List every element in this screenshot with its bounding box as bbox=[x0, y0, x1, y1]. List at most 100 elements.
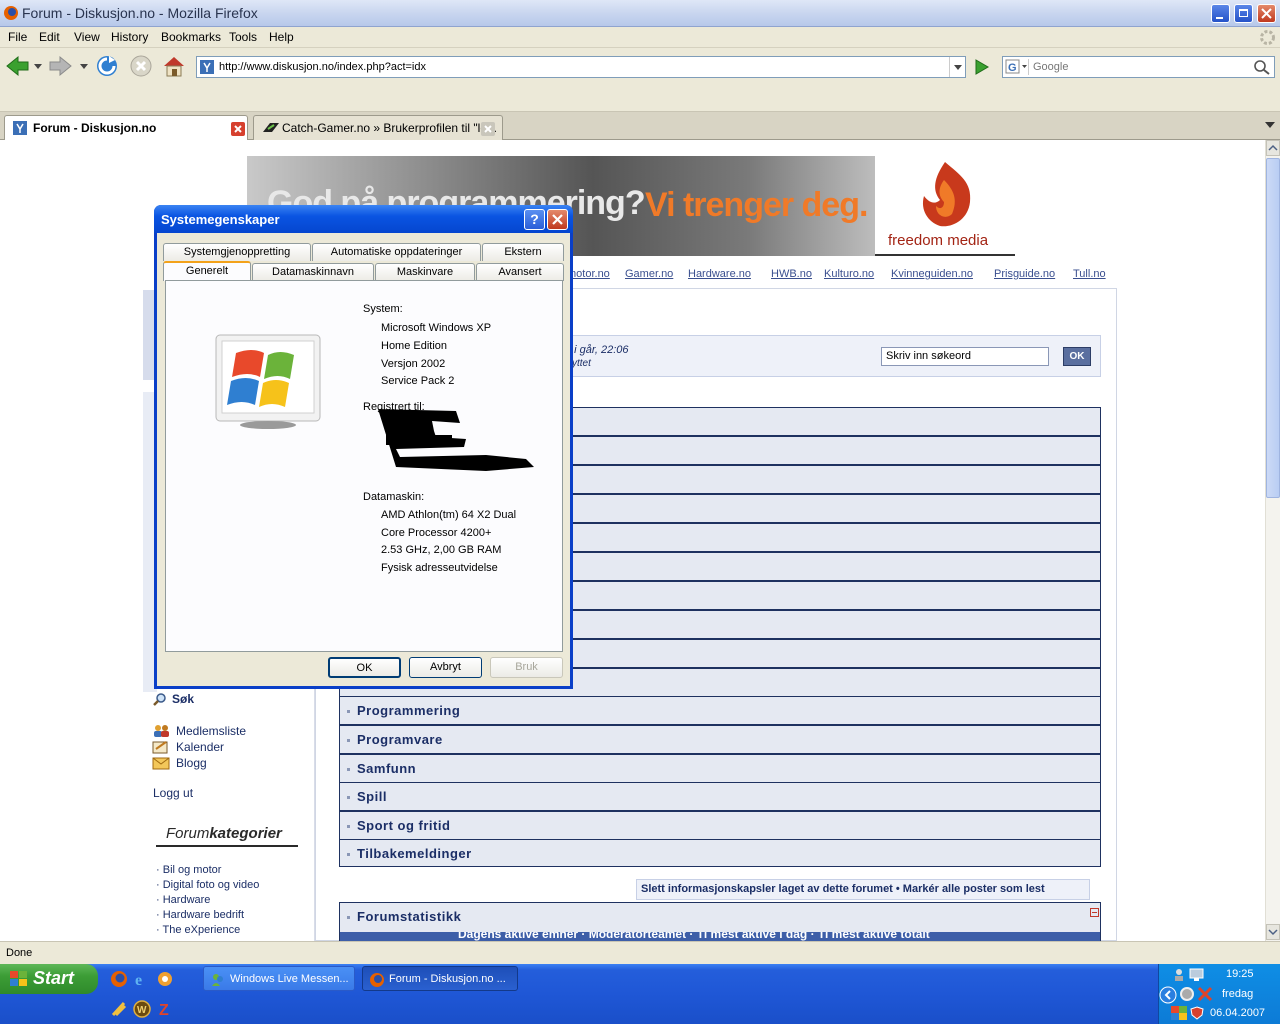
tab-catch-gamer[interactable]: Catch-Gamer.no » Brukerprofilen til "le.… bbox=[253, 115, 503, 140]
tab-systemgjenoppretting[interactable]: Systemgjenoppretting bbox=[163, 243, 311, 261]
menu-edit[interactable]: Edit bbox=[39, 30, 60, 44]
dialog-ok-button[interactable]: OK bbox=[328, 657, 401, 678]
url-bar[interactable]: http://www.diskusjon.no/index.php?act=id… bbox=[196, 56, 966, 78]
tab-generelt[interactable]: Generelt bbox=[163, 261, 251, 281]
tab-close-icon[interactable] bbox=[231, 122, 245, 136]
home-button[interactable] bbox=[162, 54, 186, 78]
scroll-thumb[interactable] bbox=[1266, 158, 1280, 498]
tray-expand-icon[interactable] bbox=[1159, 986, 1177, 1004]
back-button[interactable] bbox=[4, 54, 30, 78]
freedom-media-logo[interactable]: freedom media bbox=[875, 156, 1015, 256]
tab-automatiske-oppdateringer[interactable]: Automatiske oppdateringer bbox=[312, 243, 481, 261]
tab-ekstern[interactable]: Ekstern bbox=[482, 243, 564, 261]
taskbar-firefox[interactable]: Forum - Diskusjon.no ... bbox=[362, 966, 518, 991]
search-go-icon[interactable] bbox=[1253, 59, 1271, 75]
cookie-links-text[interactable]: Slett informasjonskapsler laget av dette… bbox=[641, 883, 1045, 895]
cookie-links-box[interactable]: Slett informasjonskapsler laget av dette… bbox=[636, 879, 1090, 900]
scroll-up-button[interactable] bbox=[1266, 140, 1280, 156]
site-link-gamer[interactable]: Gamer.no bbox=[625, 268, 673, 280]
forum-search-button[interactable]: OK bbox=[1063, 347, 1091, 366]
menu-bookmarks[interactable]: Bookmarks bbox=[161, 30, 221, 44]
tab-close-icon[interactable] bbox=[481, 122, 495, 136]
quicklaunch-game-icon[interactable] bbox=[110, 1000, 128, 1018]
site-link-prisguide[interactable]: Prisguide.no bbox=[994, 268, 1055, 280]
category-link[interactable]: · Digital foto og video bbox=[156, 879, 259, 891]
sidebar-link-calendar[interactable]: Kalender bbox=[176, 740, 224, 754]
tray-shield-icon[interactable] bbox=[1189, 1006, 1205, 1020]
category-link[interactable]: · The eXperience bbox=[156, 924, 240, 936]
taskbar-messenger[interactable]: Windows Live Messen... bbox=[203, 966, 355, 991]
category-link[interactable]: · Hardware bbox=[156, 894, 210, 906]
quicklaunch-firefox-icon[interactable] bbox=[110, 970, 128, 988]
site-link-hardware[interactable]: Hardware.no bbox=[688, 268, 751, 280]
forum-title[interactable]: Programmering bbox=[357, 703, 460, 718]
url-dropdown-icon[interactable] bbox=[949, 57, 965, 77]
dialog-cancel-button[interactable]: Avbryt bbox=[409, 657, 482, 678]
dialog-close-button[interactable] bbox=[547, 209, 568, 230]
tab-avansert[interactable]: Avansert bbox=[476, 263, 564, 281]
stop-button[interactable] bbox=[129, 54, 153, 78]
tray-monitor-icon[interactable] bbox=[1189, 968, 1205, 982]
tab-forum-diskusjon[interactable]: Forum - Diskusjon.no bbox=[4, 115, 248, 140]
sidebar-link-blog[interactable]: Blogg bbox=[176, 756, 207, 770]
category-link[interactable]: · Bil og motor bbox=[156, 864, 221, 876]
tray-antivirus-icon[interactable] bbox=[1197, 986, 1213, 1002]
site-link-motor[interactable]: motor.no bbox=[567, 268, 610, 280]
site-link-kulturo[interactable]: Kulturo.no bbox=[824, 268, 874, 280]
maximize-button[interactable] bbox=[1234, 4, 1253, 23]
forum-title[interactable]: Spill bbox=[357, 789, 387, 804]
menu-file[interactable]: File bbox=[8, 30, 27, 44]
sidebar-link-logout[interactable]: Logg ut bbox=[153, 786, 193, 800]
sidebar-link-members[interactable]: Medlemsliste bbox=[176, 724, 246, 738]
tab-favicon-icon bbox=[262, 122, 280, 134]
tray-settings-icon[interactable] bbox=[1179, 986, 1195, 1002]
quicklaunch-ie-icon[interactable]: e bbox=[133, 970, 151, 988]
sidebar-link-search[interactable]: Søk bbox=[172, 692, 194, 706]
menu-view[interactable]: View bbox=[74, 30, 100, 44]
dialog-titlebar[interactable]: Systemegenskaper ? bbox=[154, 205, 573, 233]
url-text[interactable]: http://www.diskusjon.no/index.php?act=id… bbox=[219, 61, 426, 73]
quicklaunch-player-icon[interactable] bbox=[156, 970, 174, 988]
menu-history[interactable]: History bbox=[111, 30, 148, 44]
forum-title[interactable]: Samfunn bbox=[357, 761, 416, 776]
site-link-kvinneguiden[interactable]: Kvinneguiden.no bbox=[891, 268, 973, 280]
forum-title[interactable]: Tilbakemeldinger bbox=[357, 846, 472, 861]
google-engine-icon[interactable]: G bbox=[1005, 59, 1029, 75]
page-scrollbar[interactable] bbox=[1265, 140, 1280, 941]
go-button[interactable] bbox=[971, 57, 991, 77]
forum-title[interactable]: Sport og fritid bbox=[357, 818, 450, 833]
tray-network-icon[interactable] bbox=[1171, 968, 1187, 982]
quicklaunch-wow-icon[interactable]: W bbox=[133, 1000, 151, 1018]
menu-help[interactable]: Help bbox=[269, 30, 294, 44]
forum-row-programmering[interactable]: Programmering bbox=[339, 696, 1101, 725]
start-button[interactable]: Start bbox=[0, 964, 98, 994]
close-button[interactable] bbox=[1257, 4, 1276, 23]
menu-tools[interactable]: Tools bbox=[229, 30, 257, 44]
tray-flag-icon[interactable] bbox=[1171, 1006, 1187, 1020]
forward-button[interactable] bbox=[48, 54, 74, 78]
tab-datamaskinnavn[interactable]: Datamaskinnavn bbox=[252, 263, 374, 281]
forward-history-dropdown-icon[interactable] bbox=[80, 64, 88, 69]
forum-row-sport-og-fritid[interactable]: Sport og fritid bbox=[339, 811, 1101, 840]
tab-maskinvare[interactable]: Maskinvare bbox=[375, 263, 475, 281]
forum-row-programvare[interactable]: Programvare bbox=[339, 725, 1101, 754]
forum-title[interactable]: Programvare bbox=[357, 732, 443, 747]
tab-list-dropdown-icon[interactable] bbox=[1265, 122, 1275, 128]
collapse-icon[interactable] bbox=[1090, 908, 1099, 917]
forum-search-input[interactable]: Skriv inn søkeord bbox=[881, 347, 1049, 366]
search-engine-box[interactable]: G Google bbox=[1002, 56, 1275, 78]
back-history-dropdown-icon[interactable] bbox=[34, 64, 42, 69]
forum-row-samfunn[interactable]: Samfunn bbox=[339, 754, 1101, 783]
forum-stats-subtext[interactable]: Dagens aktive emner · Moderatorteamet · … bbox=[458, 932, 930, 941]
site-link-hwb[interactable]: HWB.no bbox=[771, 268, 812, 280]
minimize-button[interactable] bbox=[1211, 4, 1230, 23]
category-link[interactable]: · Hardware bedrift bbox=[156, 909, 244, 921]
dialog-help-button[interactable]: ? bbox=[524, 209, 545, 230]
scroll-down-button[interactable] bbox=[1266, 924, 1280, 940]
reload-button[interactable] bbox=[95, 54, 119, 78]
quicklaunch-z-icon[interactable]: Z bbox=[156, 1000, 174, 1018]
dialog-apply-button[interactable]: Bruk bbox=[490, 657, 563, 678]
forum-row-spill[interactable]: Spill bbox=[339, 782, 1101, 811]
site-link-tull[interactable]: Tull.no bbox=[1073, 268, 1106, 280]
forum-row-tilbakemeldinger[interactable]: Tilbakemeldinger bbox=[339, 839, 1101, 867]
